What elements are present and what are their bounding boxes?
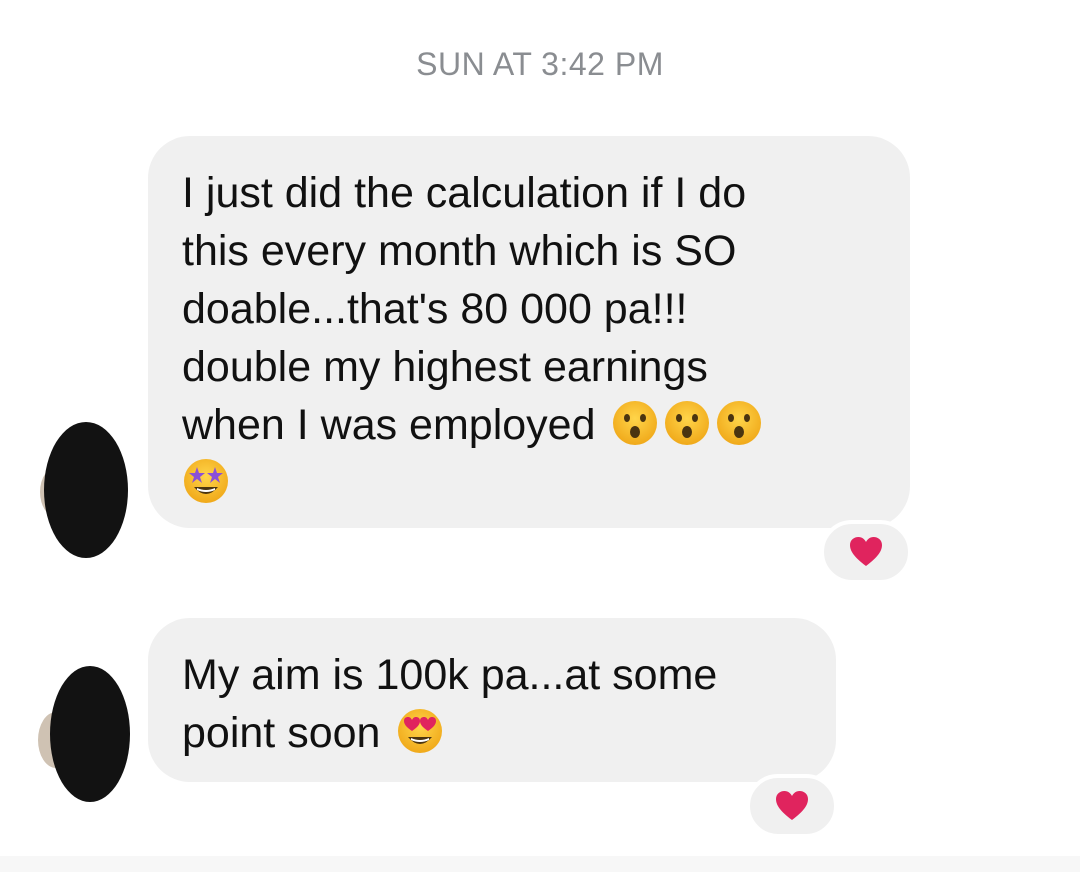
avatar-icon xyxy=(38,666,130,802)
heart-reaction[interactable] xyxy=(746,774,838,838)
message-line: when I was employed xyxy=(182,401,596,449)
message-bubble[interactable]: My aim is 100k pa...at some point soon xyxy=(148,618,836,782)
bottom-divider xyxy=(0,856,1080,872)
message-line: My aim is 100k pa...at some xyxy=(182,651,718,699)
heart-reaction[interactable] xyxy=(820,520,912,584)
message-timestamp: SUN AT 3:42 PM xyxy=(416,46,664,82)
message-line: double my highest earnings xyxy=(182,343,708,391)
sender-avatar[interactable] xyxy=(30,662,130,802)
message-bubble[interactable]: I just did the calculation if I do this … xyxy=(148,136,910,528)
message-line: this every month which is SO xyxy=(182,227,737,275)
astonished-face-emoji xyxy=(663,399,711,447)
astonished-face-emoji xyxy=(611,399,659,447)
astonished-face-emoji xyxy=(715,399,763,447)
heart-icon xyxy=(776,791,808,820)
message-line: point soon xyxy=(182,709,381,757)
sender-avatar[interactable] xyxy=(30,420,130,560)
heart-icon xyxy=(850,537,882,566)
message-line: doable...that's 80 000 pa!!! xyxy=(182,285,688,333)
message-line: I just did the calculation if I do xyxy=(182,169,747,217)
star-struck-face-emoji xyxy=(182,457,230,505)
heart-eyes-face-emoji xyxy=(396,707,444,755)
avatar-icon xyxy=(40,422,128,558)
